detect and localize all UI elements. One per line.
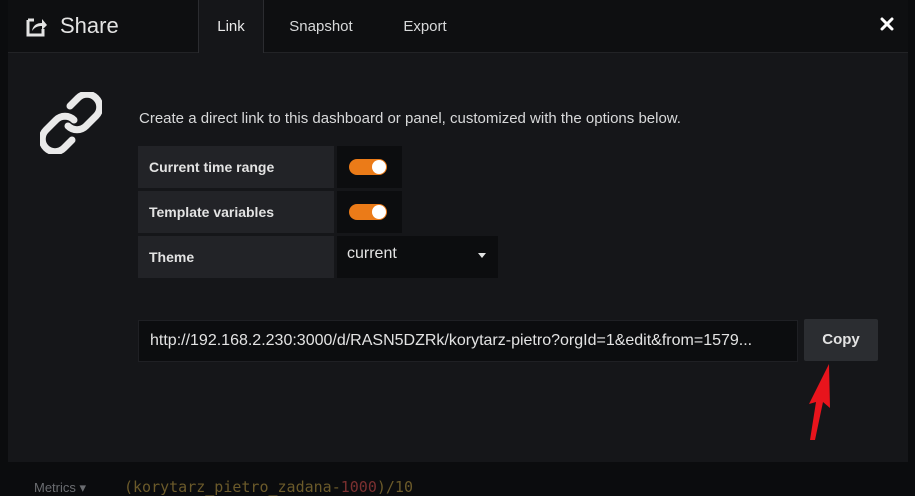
theme-select[interactable]: current	[337, 236, 498, 278]
theme-select-value: current	[347, 245, 397, 262]
query-prefix: (korytarz_pietro_zadana-	[124, 478, 341, 496]
tab-export[interactable]: Export	[390, 0, 460, 52]
close-icon[interactable]	[878, 15, 896, 33]
share-modal: Share Link Snapshot Export Create a dire…	[8, 0, 908, 462]
red-arrow-annotation	[809, 364, 830, 440]
modal-header: Share Link Snapshot Export	[8, 0, 908, 53]
option-label-template-variables: Template variables	[138, 191, 334, 233]
tab-snapshot[interactable]: Snapshot	[276, 0, 366, 52]
tab-link[interactable]: Link	[198, 0, 264, 53]
share-icon	[26, 18, 47, 37]
current-time-range-switch[interactable]	[349, 159, 387, 175]
current-time-range-switch-container	[337, 146, 402, 188]
switch-knob	[372, 160, 386, 174]
switch-knob	[372, 205, 386, 219]
link-description: Create a direct link to this dashboard o…	[139, 110, 681, 127]
template-variables-switch[interactable]	[349, 204, 387, 220]
share-url-input[interactable]: http://192.168.2.230:3000/d/RASN5DZRk/ko…	[138, 320, 798, 362]
option-label-current-time-range: Current time range	[138, 146, 334, 188]
query-suffix: )/10	[376, 478, 413, 496]
query-number: 1000	[340, 478, 377, 496]
modal-title: Share	[60, 13, 119, 38]
metrics-dropdown[interactable]: Metrics ▾	[34, 480, 86, 496]
query-text[interactable]: (korytarz_pietro_zadana-1000)/10	[124, 478, 413, 496]
caret-down-icon	[478, 253, 486, 258]
background-query-editor: Metrics ▾ (korytarz_pietro_zadana-1000)/…	[0, 462, 915, 496]
copy-button[interactable]: Copy	[804, 319, 878, 361]
option-label-theme: Theme	[138, 236, 334, 278]
template-variables-switch-container	[337, 191, 402, 233]
chain-link-icon	[40, 92, 102, 154]
